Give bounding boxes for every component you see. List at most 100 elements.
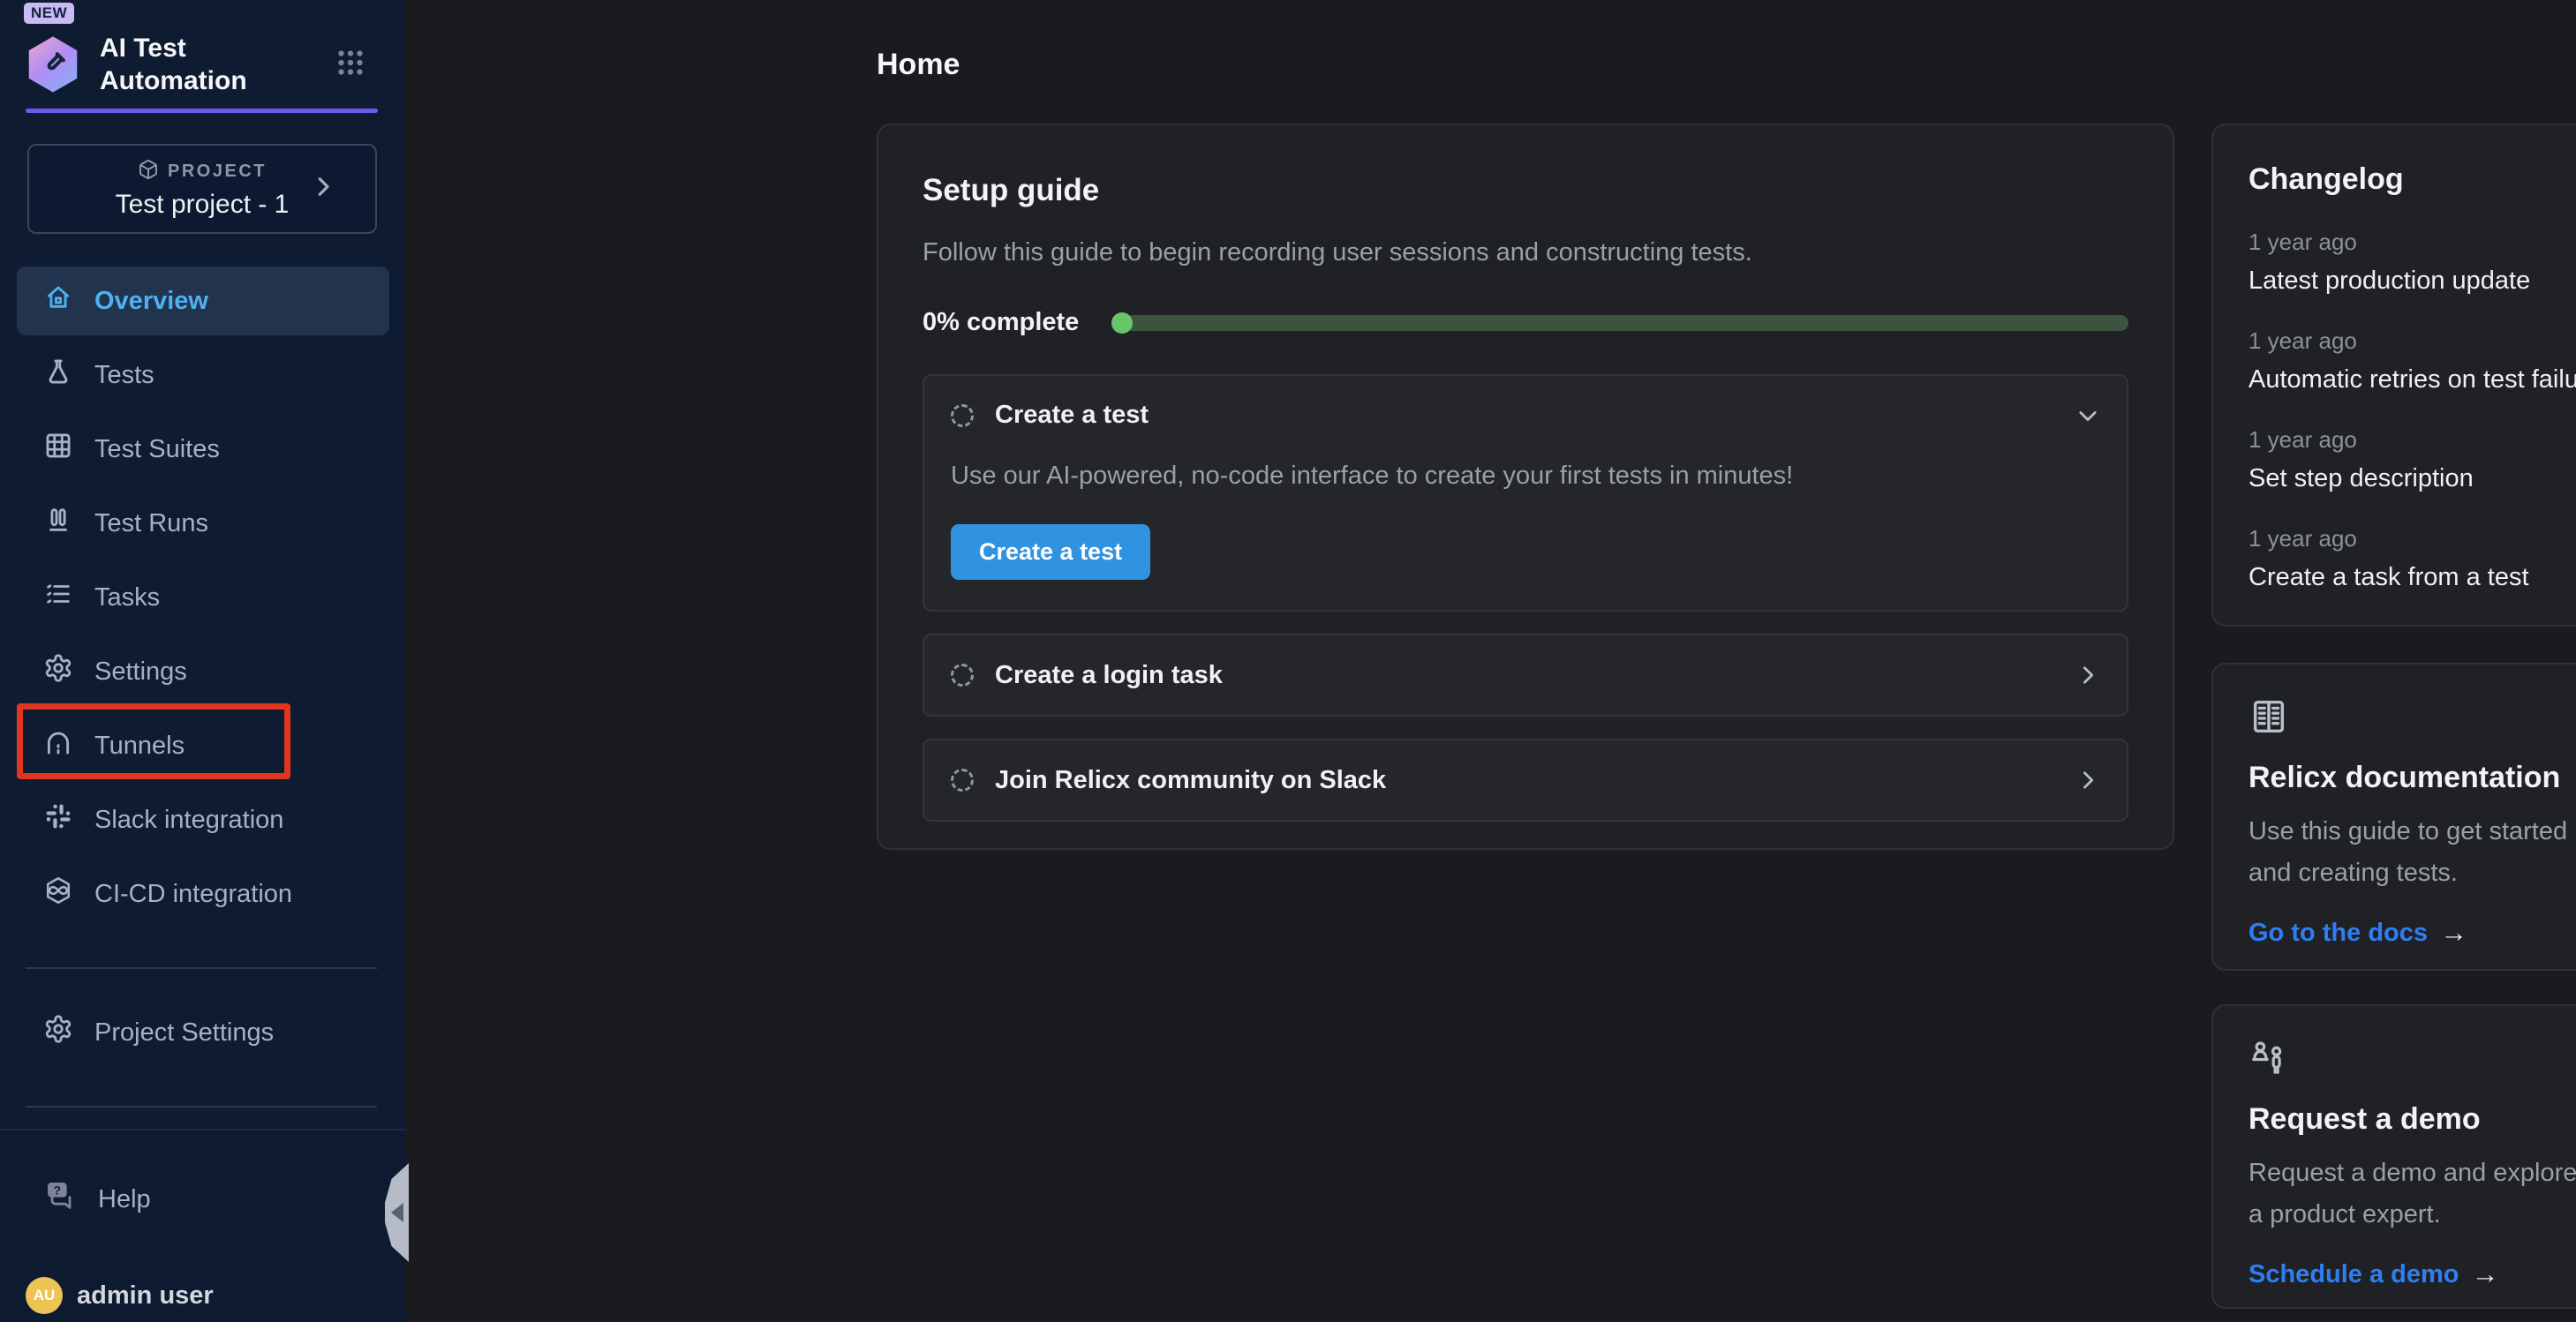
user-menu[interactable]: AU admin user bbox=[26, 1277, 214, 1314]
svg-text:?: ? bbox=[54, 1183, 62, 1198]
sidebar-item-tasks[interactable]: Tasks bbox=[17, 563, 389, 632]
go-to-docs-link[interactable]: Go to the docs bbox=[2248, 919, 2428, 948]
documentation-description: Use this guide to get started recording … bbox=[2248, 811, 2576, 894]
slack-icon bbox=[43, 801, 73, 838]
grid-icon bbox=[43, 431, 73, 468]
sidebar-item-label: Test Suites bbox=[94, 435, 220, 464]
sidebar: NEW AI Test Automation bbox=[0, 0, 406, 1322]
step-label: Join Relicx community on Slack bbox=[995, 766, 1386, 795]
tasks-icon bbox=[43, 579, 73, 616]
changelog-entry: 1 year ago Automatic retries on test fai… bbox=[2248, 327, 2576, 394]
step-label: Create a test bbox=[995, 401, 1149, 430]
sidebar-item-label: Tunnels bbox=[94, 732, 185, 761]
incomplete-step-icon bbox=[951, 664, 974, 687]
sidebar-item-test-suites[interactable]: Test Suites bbox=[17, 415, 389, 484]
changelog-time: 1 year ago bbox=[2248, 327, 2576, 355]
sidebar-item-overview[interactable]: Overview bbox=[17, 267, 389, 335]
package-icon bbox=[138, 159, 159, 184]
sidebar-item-label: Tasks bbox=[94, 583, 160, 612]
arrow-right-icon: → bbox=[2472, 1258, 2499, 1290]
sidebar-item-tunnels[interactable]: Tunnels bbox=[17, 711, 389, 780]
sidebar-item-label: Test Runs bbox=[94, 509, 208, 538]
chevron-right-icon bbox=[310, 174, 336, 205]
app-title: AI Test Automation bbox=[100, 32, 276, 97]
changelog-time: 1 year ago bbox=[2248, 229, 2576, 256]
sidebar-divider bbox=[26, 1106, 377, 1108]
sidebar-nav: Overview Tests Test Suites bbox=[17, 267, 389, 928]
sidebar-item-cicd-integration[interactable]: CI-CD integration bbox=[17, 860, 389, 928]
flask-icon bbox=[43, 357, 73, 394]
setup-steps: Create a test Use our AI-powered, no-cod… bbox=[923, 374, 2128, 822]
changelog-text: Latest production update bbox=[2248, 267, 2576, 296]
project-name: Test project - 1 bbox=[116, 190, 290, 220]
changelog-text: Create a task from a test bbox=[2248, 563, 2576, 592]
sidebar-item-label: Slack integration bbox=[94, 806, 283, 835]
sidebar-item-project-settings[interactable]: Project Settings bbox=[17, 998, 389, 1067]
changelog-time: 1 year ago bbox=[2248, 426, 2576, 454]
documentation-card: Relicx documentation Use this guide to g… bbox=[2211, 663, 2576, 971]
new-badge: NEW bbox=[24, 3, 74, 24]
cicd-icon bbox=[43, 875, 73, 913]
help-button[interactable]: ? Help bbox=[17, 1165, 352, 1234]
sidebar-item-settings[interactable]: Settings bbox=[17, 637, 389, 706]
progress-bar bbox=[1114, 315, 2128, 331]
app-logo-icon bbox=[26, 35, 80, 94]
avatar: AU bbox=[26, 1277, 63, 1314]
home-icon bbox=[43, 282, 73, 319]
sidebar-item-label: Tests bbox=[94, 361, 154, 390]
changelog-time: 1 year ago bbox=[2248, 525, 2576, 552]
setup-guide-title: Setup guide bbox=[923, 173, 2128, 208]
project-label: PROJECT bbox=[168, 161, 267, 182]
chevron-down-icon bbox=[2075, 403, 2100, 428]
arrow-right-icon: → bbox=[2440, 917, 2467, 949]
setup-guide-description: Follow this guide to begin recording use… bbox=[923, 238, 2128, 267]
request-demo-description: Request a demo and explore Relicx's capa… bbox=[2248, 1153, 2576, 1236]
step-join-slack-community[interactable]: Join Relicx community on Slack bbox=[923, 739, 2128, 822]
step-create-login-task[interactable]: Create a login task bbox=[923, 634, 2128, 717]
docs-link-row[interactable]: Go to the docs → bbox=[2248, 917, 2576, 949]
incomplete-step-icon bbox=[951, 404, 974, 427]
setup-progress: 0% complete bbox=[923, 308, 2128, 337]
help-chat-icon: ? bbox=[43, 1178, 79, 1221]
sidebar-divider bbox=[26, 967, 377, 969]
sidebar-item-slack-integration[interactable]: Slack integration bbox=[17, 785, 389, 854]
gear-icon bbox=[43, 653, 73, 690]
project-selector[interactable]: PROJECT Test project - 1 bbox=[27, 144, 377, 234]
request-demo-title: Request a demo bbox=[2248, 1102, 2576, 1137]
newspaper-icon bbox=[2248, 725, 2289, 740]
documentation-title: Relicx documentation bbox=[2248, 761, 2576, 795]
sidebar-item-tests[interactable]: Tests bbox=[17, 341, 389, 409]
test-runs-icon bbox=[43, 505, 73, 542]
user-name: admin user bbox=[77, 1281, 214, 1311]
create-test-button[interactable]: Create a test bbox=[951, 524, 1150, 580]
tunnel-icon bbox=[43, 727, 73, 764]
step-create-a-test[interactable]: Create a test Use our AI-powered, no-cod… bbox=[923, 374, 2128, 612]
changelog-title: Changelog bbox=[2248, 162, 2576, 197]
progress-knob bbox=[1111, 312, 1133, 334]
changelog-entry: 1 year ago Latest production update bbox=[2248, 229, 2576, 296]
step-label: Create a login task bbox=[995, 661, 1223, 690]
sidebar-footer: ? Help AU admin user bbox=[0, 1129, 406, 1322]
help-label: Help bbox=[98, 1185, 151, 1214]
step-description: Use our AI-powered, no-code interface to… bbox=[951, 462, 2100, 491]
sidebar-item-label: Settings bbox=[94, 657, 187, 687]
changelog-entry: 1 year ago Set step description bbox=[2248, 426, 2576, 493]
app-launcher-icon[interactable] bbox=[335, 47, 366, 83]
sidebar-item-label: Overview bbox=[94, 287, 208, 316]
sidebar-item-test-runs[interactable]: Test Runs bbox=[17, 489, 389, 558]
progress-label: 0% complete bbox=[923, 308, 1079, 337]
incomplete-step-icon bbox=[951, 769, 974, 792]
setup-guide-card: Setup guide Follow this guide to begin r… bbox=[877, 124, 2174, 850]
changelog-text: Set step description bbox=[2248, 464, 2576, 493]
page-title: Home bbox=[877, 48, 960, 82]
sidebar-item-label: CI-CD integration bbox=[94, 880, 292, 909]
changelog-entry: 1 year ago Create a task from a test bbox=[2248, 525, 2576, 592]
app-header: AI Test Automation bbox=[26, 32, 380, 97]
brand-divider bbox=[26, 109, 378, 113]
demo-link-row[interactable]: Schedule a demo → bbox=[2248, 1258, 2576, 1290]
collapse-left-icon bbox=[391, 1203, 403, 1222]
changelog-card: Changelog 1 year ago Latest production u… bbox=[2211, 124, 2576, 627]
schedule-demo-link[interactable]: Schedule a demo bbox=[2248, 1260, 2459, 1289]
chevron-right-icon bbox=[2075, 663, 2100, 687]
gear-icon bbox=[43, 1014, 73, 1051]
